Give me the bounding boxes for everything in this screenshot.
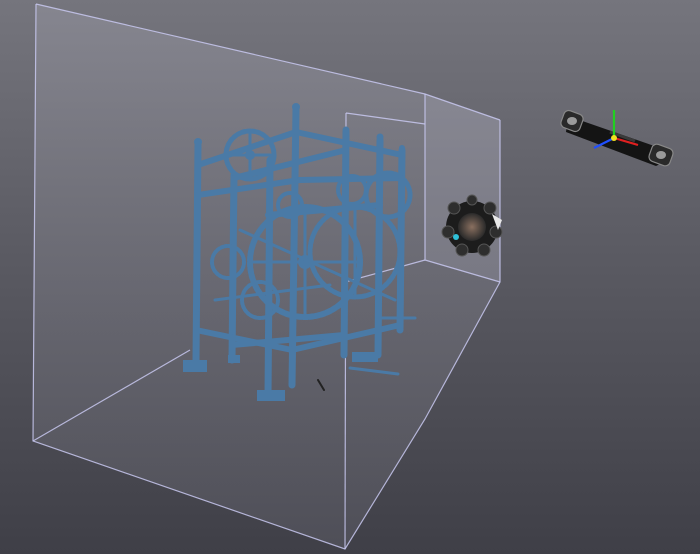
3d-viewport[interactable]	[0, 0, 700, 554]
scene-canvas[interactable]	[0, 0, 700, 554]
